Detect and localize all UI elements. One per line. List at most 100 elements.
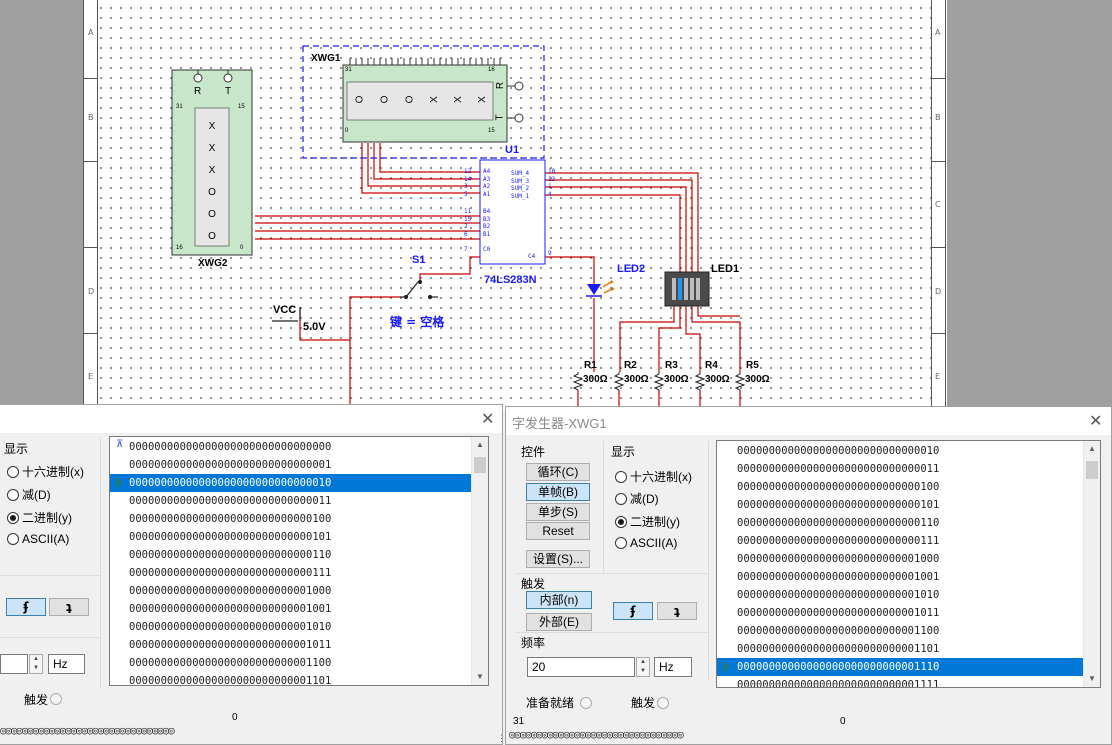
radio-label: 减(D) bbox=[630, 492, 659, 506]
frequency-unit[interactable]: Hz bbox=[48, 654, 85, 674]
close-icon[interactable]: ✕ bbox=[1089, 411, 1102, 431]
radio-ascii[interactable]: ASCII(A) bbox=[615, 536, 677, 550]
u1-right-pin-numbers: 10 13 1 4 bbox=[548, 168, 555, 198]
frequency-spinner[interactable]: ▲ ▼ bbox=[29, 654, 43, 674]
word-value: 00000000000000000000000000000010 bbox=[129, 477, 332, 489]
scroll-up-icon[interactable]: ▲ bbox=[1084, 441, 1100, 457]
word-list-row[interactable]: 00000000000000000000000000001111 bbox=[717, 676, 1083, 687]
word-list-row[interactable]: 00000000000000000000000000000010 bbox=[717, 442, 1083, 460]
radio-decimal[interactable]: 减(D) bbox=[615, 490, 659, 507]
radio-binary[interactable]: 二进制(y) bbox=[7, 509, 72, 526]
word-list-row[interactable]: 00000000000000000000000000000111 bbox=[717, 532, 1083, 550]
close-icon[interactable]: ✕ bbox=[481, 409, 494, 429]
xwg1-display: O O O X X X bbox=[354, 94, 488, 105]
vertical-scrollbar[interactable]: ▲ ▼ bbox=[471, 437, 488, 685]
word-list-row[interactable]: 00000000000000000000000000001011 bbox=[717, 604, 1083, 622]
vcc-value: 5.0V bbox=[303, 321, 326, 333]
word-list-row[interactable]: 00000000000000000000000000000111 bbox=[110, 564, 471, 582]
resize-grip-icon[interactable]: ⋮ bbox=[497, 733, 506, 745]
word-generator-dialog-xwg1: 字发生器-XWG1 ✕ 控件 循环(C) 单帧(B) 单步(S) Reset 设… bbox=[505, 406, 1112, 745]
xwg1-digit: X bbox=[429, 96, 441, 103]
frequency-unit[interactable]: Hz bbox=[654, 657, 692, 677]
cycle-button[interactable]: 循环(C) bbox=[526, 463, 590, 481]
word-list-row[interactable]: 00000000000000000000000000001100 bbox=[717, 622, 1083, 640]
word-value: 00000000000000000000000000000000 bbox=[129, 441, 332, 453]
word-list-row[interactable]: 00000000000000000000000000001100 bbox=[110, 654, 471, 672]
frequency-input[interactable] bbox=[0, 654, 28, 674]
word-list-row[interactable]: 00000000000000000000000000000101 bbox=[110, 528, 471, 546]
word-list-row[interactable]: 00000000000000000000000000001000 bbox=[717, 550, 1083, 568]
vertical-scrollbar[interactable]: ▲ ▼ bbox=[1083, 441, 1100, 687]
word-list-row[interactable]: 00000000000000000000000000001001 bbox=[717, 568, 1083, 586]
output-pin-strip[interactable]: ◎◎◎◎◎◎◎◎◎◎◎◎◎◎◎◎◎◎◎◎◎◎◎◎◎◎◎◎◎◎◎◎ bbox=[0, 725, 240, 737]
frequency-input[interactable]: 20 bbox=[527, 657, 635, 677]
word-list[interactable]: ⊼ 00000000000000000000000000000000 0000000… bbox=[109, 436, 489, 686]
radio-binary[interactable]: 二进制(y) bbox=[615, 513, 680, 530]
word-list-row[interactable]: 00000000000000000000000000000110 bbox=[110, 546, 471, 564]
radio-ascii[interactable]: ASCII(A) bbox=[7, 532, 69, 546]
radio-button[interactable] bbox=[7, 465, 19, 478]
word-value: 00000000000000000000000000000101 bbox=[129, 531, 332, 543]
reset-button[interactable]: Reset bbox=[526, 522, 590, 540]
scroll-thumb[interactable] bbox=[1086, 461, 1098, 479]
falling-edge-button[interactable]: ʇ bbox=[49, 598, 89, 616]
word-list[interactable]: 00000000000000000000000000000010 00000000… bbox=[716, 440, 1101, 688]
radio-decimal[interactable]: 减(D) bbox=[7, 486, 51, 503]
scroll-up-icon[interactable]: ▲ bbox=[472, 437, 488, 453]
resistor-value: 300Ω bbox=[705, 374, 730, 385]
word-list-row[interactable]: 00000000000000000000000000000011 bbox=[717, 460, 1083, 478]
radio-label: 二进制(y) bbox=[22, 511, 72, 525]
word-list-row[interactable]: 00000000000000000000000000000010 bbox=[110, 474, 471, 492]
burst-button[interactable]: 单帧(B) bbox=[526, 483, 590, 501]
radio-button[interactable] bbox=[7, 488, 19, 501]
radio-button[interactable] bbox=[615, 515, 627, 528]
radio-hex[interactable]: 十六进制(x) bbox=[7, 463, 84, 480]
word-list-row[interactable]: 00000000000000000000000000000100 bbox=[717, 478, 1083, 496]
word-value: 00000000000000000000000000001100 bbox=[737, 625, 940, 637]
word-list-row[interactable]: ⊼ 00000000000000000000000000000000 bbox=[110, 438, 471, 456]
trigger-indicator bbox=[50, 693, 62, 705]
rising-edge-button[interactable]: ʄ bbox=[613, 602, 653, 620]
external-trigger-button[interactable]: 外部(E) bbox=[526, 613, 592, 631]
word-list-row[interactable]: 00000000000000000000000000000110 bbox=[717, 514, 1083, 532]
word-list-row[interactable]: 00000000000000000000000000001011 bbox=[110, 636, 471, 654]
word-list-row[interactable]: 00000000000000000000000000001101 bbox=[717, 640, 1083, 658]
radio-button[interactable] bbox=[7, 511, 19, 524]
rising-edge-button[interactable]: ʄ bbox=[6, 598, 46, 616]
scroll-down-icon[interactable]: ▼ bbox=[472, 669, 488, 685]
scroll-down-icon[interactable]: ▼ bbox=[1084, 671, 1100, 687]
word-value: 00000000000000000000000000000101 bbox=[737, 499, 940, 511]
xwg2-pin-label: 16 bbox=[176, 245, 183, 251]
radio-button[interactable] bbox=[7, 533, 19, 545]
u1-pin-number: 11 bbox=[464, 208, 472, 215]
radio-hex[interactable]: 十六进制(x) bbox=[615, 468, 692, 485]
word-list-row[interactable]: 00000000000000000000000000001010 bbox=[717, 586, 1083, 604]
u1-pin: A2 bbox=[483, 183, 491, 190]
word-list-row[interactable]: 00000000000000000000000000000011 bbox=[110, 492, 471, 510]
u1-pin-number: 2 bbox=[464, 223, 468, 230]
control-group-label: 控件 bbox=[521, 445, 546, 459]
word-list-row[interactable]: 00000000000000000000000000001110 bbox=[717, 658, 1083, 676]
u1-pin: SUM_3 bbox=[511, 177, 530, 185]
u1-right-pins: SUM_4 SUM_3 SUM_2 SUM_1 bbox=[511, 170, 529, 252]
radio-button[interactable] bbox=[615, 492, 627, 505]
word-value: 00000000000000000000000000000111 bbox=[129, 567, 332, 579]
settings-button[interactable]: 设置(S)... bbox=[526, 550, 590, 568]
radio-button[interactable] bbox=[615, 537, 627, 549]
internal-trigger-button[interactable]: 内部(n) bbox=[526, 591, 592, 609]
word-list-row[interactable]: 00000000000000000000000000000101 bbox=[717, 496, 1083, 514]
step-button[interactable]: 单步(S) bbox=[526, 503, 590, 521]
radio-button[interactable] bbox=[615, 470, 627, 483]
word-list-row[interactable]: 00000000000000000000000000001001 bbox=[110, 600, 471, 618]
display-group-label: 显示 bbox=[4, 442, 29, 456]
schematic-canvas[interactable]: A B D E A B C D E XWG1 31 16 0 15 R T O … bbox=[0, 0, 1112, 410]
word-list-row[interactable]: 00000000000000000000000000000100 bbox=[110, 510, 471, 528]
word-list-row[interactable]: 00000000000000000000000000001000 bbox=[110, 582, 471, 600]
falling-edge-button[interactable]: ʇ bbox=[657, 602, 697, 620]
word-list-row[interactable]: 00000000000000000000000000000001 bbox=[110, 456, 471, 474]
word-list-row[interactable]: 00000000000000000000000000001010 bbox=[110, 618, 471, 636]
frequency-spinner[interactable]: ▲ ▼ bbox=[636, 657, 650, 677]
output-pin-strip[interactable]: ◎◎◎◎◎◎◎◎◎◎◎◎◎◎◎◎◎◎◎◎◎◎◎◎◎◎◎◎◎◎◎◎ bbox=[509, 729, 851, 741]
scroll-thumb[interactable] bbox=[474, 457, 486, 473]
word-list-row[interactable]: 00000000000000000000000000001101 bbox=[110, 672, 471, 685]
